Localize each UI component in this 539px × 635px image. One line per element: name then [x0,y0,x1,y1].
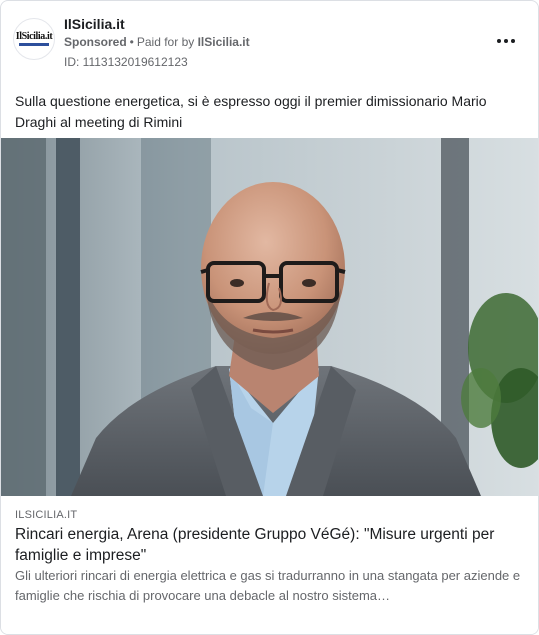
sponsored-line: Sponsored • Paid for by IlSicilia.it [64,35,250,49]
logo-underline [19,43,49,46]
paid-for-label: Paid for by [136,35,195,49]
more-options-button[interactable] [494,34,518,48]
ad-header: IlSicilia.it IlSicilia.it Sponsored • Paid… [1,1,538,81]
payer-name[interactable]: IlSicilia.it [198,35,250,49]
more-horizontal-icon [511,39,515,43]
logo-text: IlSicilia.it [15,31,53,42]
post-text: Sulla questione energetica, si è espress… [15,93,487,130]
more-horizontal-icon [497,39,501,43]
sponsored-label: Sponsored [64,35,127,49]
advertiser-name[interactable]: IlSicilia.it [64,16,125,32]
link-domain: ILSICILIA.IT [15,509,78,521]
separator-dot: • [129,35,134,49]
portrait-photo [1,138,538,496]
ad-card: IlSicilia.it IlSicilia.it Sponsored • Paid… [0,0,539,635]
link-description: Gli ulteriori rincari di energia elettri… [15,568,521,603]
ad-id: ID: 1113132019612123 [64,55,188,69]
ad-image[interactable] [1,138,538,496]
link-headline[interactable]: Rincari energia, Arena (presidente Grupp… [15,524,525,566]
advertiser-avatar[interactable]: IlSicilia.it [13,18,55,60]
link-preview[interactable]: ILSICILIA.IT Rincari energia, Arena (pre… [1,496,538,634]
more-horizontal-icon [504,39,508,43]
advertiser-logo: IlSicilia.it [16,32,53,46]
